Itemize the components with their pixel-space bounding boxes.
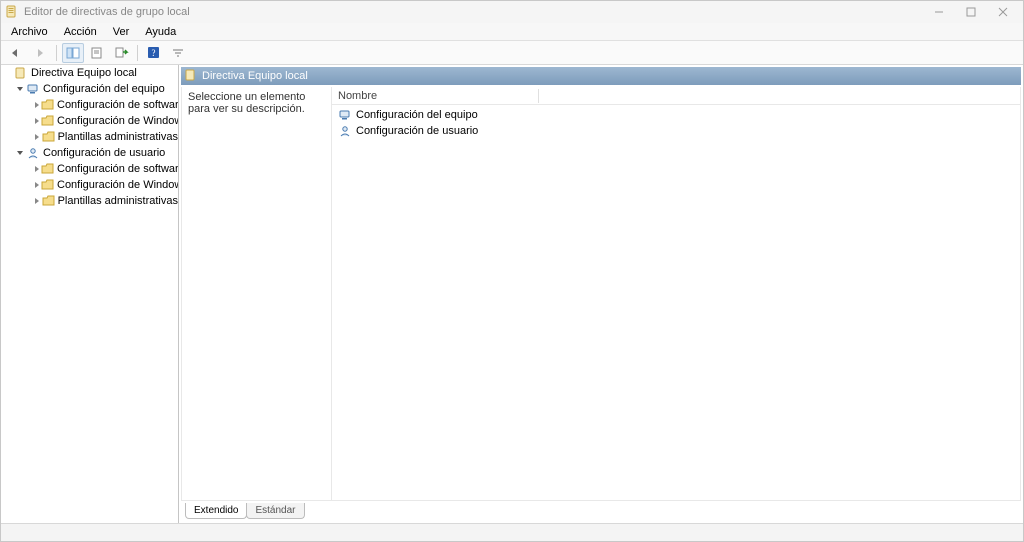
chevron-right-icon[interactable] (33, 196, 42, 206)
svg-text:?: ? (152, 48, 156, 58)
content-header: Directiva Equipo local (181, 67, 1021, 85)
chevron-right-icon[interactable] (33, 100, 41, 110)
policy-file-icon (185, 69, 197, 84)
tree-item[interactable]: Plantillas administrativas (1, 129, 178, 145)
tree-item[interactable]: Configuración de Windows (1, 113, 178, 129)
chevron-down-icon[interactable] (15, 148, 25, 158)
folder-icon (43, 130, 55, 144)
tree-item[interactable]: Configuración de Windows (1, 177, 178, 193)
folder-icon (42, 98, 54, 112)
tab-standard[interactable]: Estándar (246, 503, 304, 519)
window-title: Editor de directivas de grupo local (24, 6, 190, 18)
tab-strip: Extendido Estándar (181, 503, 1021, 521)
toolbar-separator (137, 45, 138, 61)
content-pane: Directiva Equipo local Seleccione un ele… (179, 65, 1023, 523)
description-column: Seleccione un elemento para ver su descr… (182, 87, 332, 500)
user-icon (338, 124, 352, 138)
chevron-right-icon[interactable] (33, 180, 41, 190)
menubar: Archivo Acción Ver Ayuda (1, 23, 1023, 41)
minimize-button[interactable] (923, 2, 955, 22)
filter-button[interactable] (167, 43, 189, 63)
app-icon (5, 5, 19, 19)
body: Directiva Equipo local Configuración del… (1, 65, 1023, 523)
chevron-right-icon[interactable] (33, 132, 42, 142)
menu-ayuda[interactable]: Ayuda (139, 25, 182, 39)
list-item-label: Configuración de usuario (356, 125, 478, 137)
list-item-label: Configuración del equipo (356, 109, 478, 121)
computer-icon (338, 108, 352, 122)
tab-extended[interactable]: Extendido (185, 503, 247, 519)
description-text: Seleccione un elemento para ver su descr… (188, 91, 305, 115)
tree-user-config[interactable]: Configuración de usuario (1, 145, 178, 161)
folder-icon (43, 194, 55, 208)
menu-ver[interactable]: Ver (107, 25, 136, 39)
computer-icon (26, 82, 40, 96)
tree-item[interactable]: Configuración de software (1, 161, 178, 177)
column-header[interactable]: Nombre (332, 87, 1020, 105)
user-icon (26, 146, 40, 160)
properties-button[interactable] (86, 43, 108, 63)
folder-icon (42, 178, 54, 192)
policy-file-icon (14, 66, 28, 80)
show-tree-button[interactable] (62, 43, 84, 63)
maximize-button[interactable] (955, 2, 987, 22)
list-column: Nombre Configuración del equipo (332, 87, 1020, 500)
chevron-down-icon[interactable] (15, 84, 25, 94)
export-button[interactable] (110, 43, 132, 63)
tree-root[interactable]: Directiva Equipo local (1, 65, 178, 81)
window-controls (923, 2, 1019, 22)
folder-icon (42, 114, 54, 128)
tree-item[interactable]: Configuración de software (1, 97, 178, 113)
menu-accion[interactable]: Acción (58, 25, 103, 39)
tree-pane[interactable]: Directiva Equipo local Configuración del… (1, 65, 179, 523)
list-item[interactable]: Configuración del equipo (332, 107, 1020, 123)
toolbar-separator (56, 45, 57, 61)
chevron-right-icon[interactable] (33, 116, 41, 126)
tree-computer-config[interactable]: Configuración del equipo (1, 81, 178, 97)
app-window: Editor de directivas de grupo local Arch… (0, 0, 1024, 542)
toolbar: ? (1, 41, 1023, 65)
statusbar (1, 523, 1023, 541)
menu-archivo[interactable]: Archivo (5, 25, 54, 39)
tree-item[interactable]: Plantillas administrativas (1, 193, 178, 209)
content-header-title: Directiva Equipo local (202, 70, 308, 82)
help-button[interactable]: ? (143, 43, 165, 63)
column-separator[interactable] (538, 89, 539, 103)
chevron-right-icon[interactable] (33, 164, 41, 174)
folder-icon (42, 162, 54, 176)
column-name-header[interactable]: Nombre (338, 90, 538, 102)
forward-button[interactable] (29, 43, 51, 63)
close-button[interactable] (987, 2, 1019, 22)
content-body: Seleccione un elemento para ver su descr… (181, 87, 1021, 501)
list-item[interactable]: Configuración de usuario (332, 123, 1020, 139)
titlebar: Editor de directivas de grupo local (1, 1, 1023, 23)
back-button[interactable] (5, 43, 27, 63)
